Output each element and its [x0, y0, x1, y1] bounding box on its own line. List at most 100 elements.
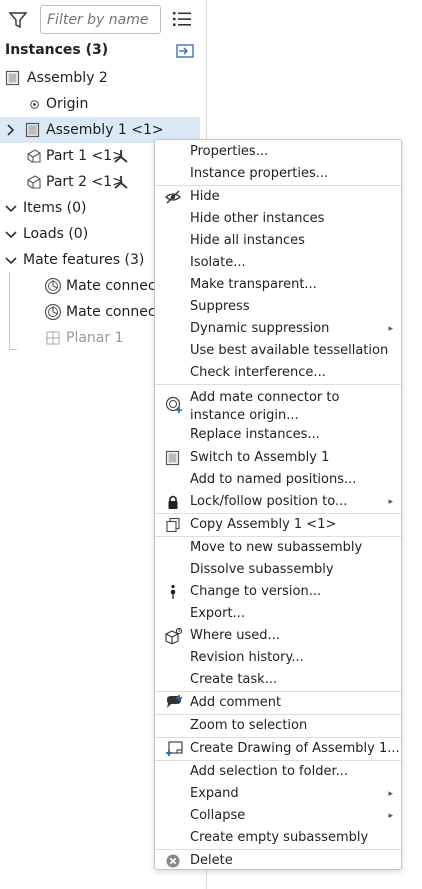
menu-item-dissolve-subassembly[interactable]: Dissolve subassembly: [155, 559, 401, 581]
menu-item-label: Instance properties...: [190, 166, 329, 181]
filter-icon[interactable]: [8, 10, 28, 30]
origin-icon: [30, 100, 39, 109]
menu-item-suppress[interactable]: Suppress: [155, 296, 401, 318]
menu-item-create-task[interactable]: Create task...: [155, 669, 401, 691]
mate-connector-triad-icon: [114, 150, 128, 163]
menu-item-check-interference[interactable]: Check interference...: [155, 362, 401, 384]
menu-item-zoom-to-selection[interactable]: Zoom to selection: [155, 715, 401, 737]
menu-item-label: Check interference...: [190, 365, 326, 380]
tree-item-label: Assembly 2: [27, 70, 108, 86]
menu-item-label: Use best available tessellation: [190, 343, 389, 358]
menu-item-use-best-tessellation[interactable]: Use best available tessellation: [155, 340, 401, 362]
menu-item-instance-properties[interactable]: Instance properties...: [155, 163, 401, 185]
menu-item-label: Hide all instances: [190, 233, 305, 248]
menu-item-label: Replace instances...: [190, 427, 320, 442]
chevron-right-icon[interactable]: [6, 124, 15, 136]
add-comment-icon: [167, 695, 182, 708]
create-drawing-icon: [166, 741, 183, 756]
menu-item-where-used[interactable]: Where used...: [155, 625, 401, 647]
menu-item-hide-other-instances[interactable]: Hide other instances: [155, 208, 401, 230]
mate-connector-icon: [44, 277, 62, 295]
menu-item-label: Export...: [190, 606, 245, 621]
part-icon: [27, 175, 41, 189]
submenu-arrow-icon: ▸: [388, 789, 393, 799]
menu-item-lock-follow-position[interactable]: Lock/follow position to... ▸: [155, 491, 401, 513]
tree-folder-label: Loads (0): [23, 226, 89, 242]
menu-item-add-named-positions[interactable]: Add to named positions...: [155, 469, 401, 491]
menu-item-delete[interactable]: Delete: [155, 850, 401, 872]
menu-item-copy[interactable]: Copy Assembly 1 <1>: [155, 514, 401, 536]
menu-item-label: Add comment: [190, 695, 282, 710]
menu-item-label: Isolate...: [190, 255, 246, 270]
menu-item-label: Create empty subassembly: [190, 830, 369, 845]
delete-icon: [166, 854, 180, 868]
tree-item-assembly-2[interactable]: Assembly 2: [0, 65, 206, 91]
submenu-arrow-icon: ▸: [388, 324, 393, 334]
menu-item-switch-to-assembly[interactable]: Switch to Assembly 1: [155, 447, 401, 469]
menu-item-label: Create task...: [190, 672, 278, 687]
copy-icon: [166, 517, 180, 533]
menu-item-change-to-version[interactable]: Change to version...: [155, 581, 401, 603]
chevron-down-icon[interactable]: [5, 256, 17, 265]
menu-item-move-to-new-subassembly[interactable]: Move to new subassembly: [155, 537, 401, 559]
menu-item-label: Add mate connector to instance origin...: [190, 390, 340, 423]
menu-item-collapse[interactable]: Collapse ▸: [155, 805, 401, 827]
menu-item-label: Revision history...: [190, 650, 304, 665]
menu-item-label: Delete: [190, 853, 233, 868]
menu-item-label: Lock/follow position to...: [190, 494, 348, 509]
part-icon: [27, 149, 41, 163]
menu-item-add-comment[interactable]: Add comment: [155, 692, 401, 714]
menu-item-label: Suppress: [190, 299, 250, 314]
menu-item-label: Move to new subassembly: [190, 540, 363, 555]
menu-item-create-empty-subassembly[interactable]: Create empty subassembly: [155, 827, 401, 849]
menu-item-label: Expand: [190, 786, 239, 801]
insert-instance-icon[interactable]: [176, 43, 194, 59]
submenu-arrow-icon: ▸: [388, 497, 393, 507]
mate-connector-icon: [44, 303, 62, 321]
chevron-down-icon[interactable]: [5, 204, 17, 213]
assembly-icon: [25, 122, 40, 138]
menu-item-replace-instances[interactable]: Replace instances...: [155, 424, 401, 446]
menu-item-label: Where used...: [190, 628, 280, 643]
tree-item-label: Planar 1: [66, 330, 124, 346]
where-used-icon: [165, 628, 183, 644]
menu-item-make-transparent[interactable]: Make transparent...: [155, 274, 401, 296]
menu-item-dynamic-suppression[interactable]: Dynamic suppression ▸: [155, 318, 401, 340]
menu-item-label: Dissolve subassembly: [190, 562, 334, 577]
tree-item-origin[interactable]: Origin: [0, 91, 206, 117]
menu-item-label: Copy Assembly 1 <1>: [190, 517, 337, 532]
tree-folder-label: Items (0): [23, 200, 87, 216]
menu-separator: [155, 384, 401, 385]
menu-item-label: Collapse: [190, 808, 246, 823]
menu-item-export[interactable]: Export...: [155, 603, 401, 625]
menu-item-expand[interactable]: Expand ▸: [155, 783, 401, 805]
menu-item-label: Dynamic suppression: [190, 321, 330, 336]
menu-item-hide-all-instances[interactable]: Hide all instances: [155, 230, 401, 252]
menu-item-label: Change to version...: [190, 584, 322, 599]
menu-item-label: Create Drawing of Assembly 1...: [190, 741, 400, 756]
context-menu: Properties... Instance properties... Hid…: [154, 139, 402, 870]
menu-item-label: Zoom to selection: [190, 718, 308, 733]
mate-connector-triad-icon: [114, 176, 128, 189]
menu-item-properties[interactable]: Properties...: [155, 141, 401, 163]
submenu-arrow-icon: ▸: [388, 811, 393, 821]
menu-item-create-drawing[interactable]: Create Drawing of Assembly 1...: [155, 738, 401, 760]
version-icon: [170, 584, 176, 599]
menu-item-isolate[interactable]: Isolate...: [155, 252, 401, 274]
tree-item-label: Assembly 1 <1>: [46, 122, 164, 138]
list-view-icon[interactable]: [173, 11, 191, 27]
tree-folder-label: Mate features (3): [23, 252, 145, 268]
chevron-down-icon[interactable]: [5, 230, 17, 239]
menu-item-label: Add to named positions...: [190, 472, 357, 487]
menu-item-label: Hide other instances: [190, 211, 325, 226]
add-mate-connector-icon: [165, 396, 182, 413]
menu-item-label: Switch to Assembly 1: [190, 450, 330, 465]
assembly-icon: [165, 450, 180, 466]
lock-icon: [168, 495, 178, 509]
menu-item-hide[interactable]: Hide: [155, 186, 401, 208]
menu-item-label: Hide: [190, 189, 220, 204]
menu-item-add-selection-to-folder[interactable]: Add selection to folder...: [155, 761, 401, 783]
menu-item-revision-history[interactable]: Revision history...: [155, 647, 401, 669]
filter-input[interactable]: [40, 5, 161, 34]
menu-item-add-mate-connector[interactable]: Add mate connector to instance origin...: [155, 386, 401, 424]
